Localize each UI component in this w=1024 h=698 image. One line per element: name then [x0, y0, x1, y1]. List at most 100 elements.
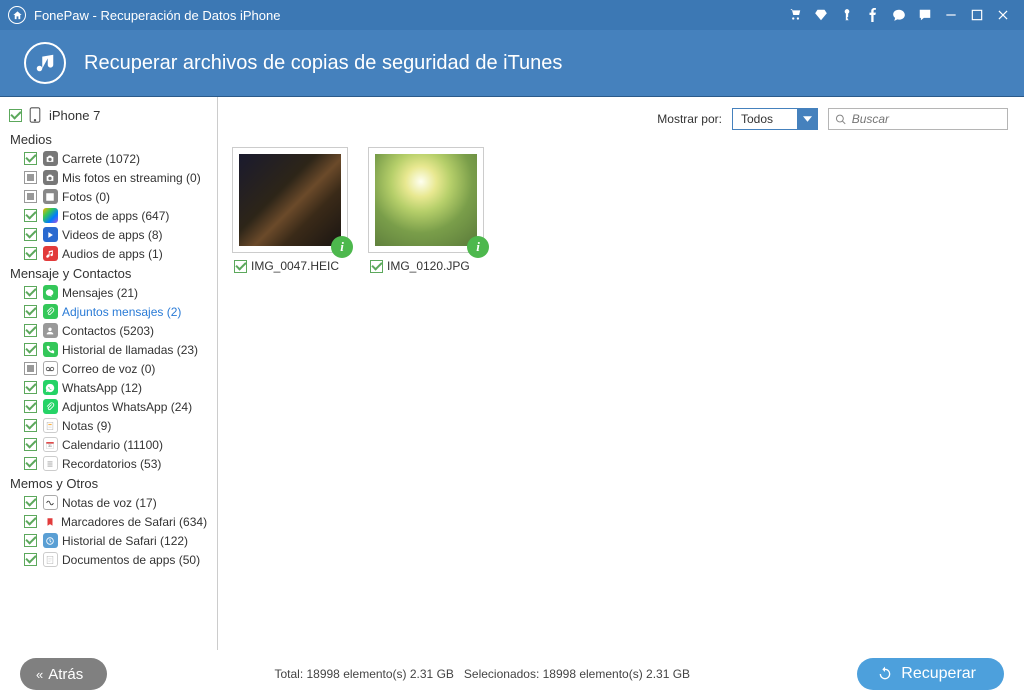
chevron-left-icon: «: [36, 667, 40, 682]
item-checkbox[interactable]: [24, 553, 37, 566]
thumbnail[interactable]: iIMG_0120.JPG: [368, 147, 484, 273]
item-checkbox[interactable]: [24, 171, 37, 184]
tree-item[interactable]: Audios de apps (1): [6, 244, 211, 263]
tree-item[interactable]: Adjuntos mensajes (2): [6, 302, 211, 321]
thumb-image: [375, 154, 477, 246]
filter-select[interactable]: Todos: [732, 108, 818, 130]
item-checkbox[interactable]: [24, 286, 37, 299]
page-title: Recuperar archivos de copias de segurida…: [84, 52, 562, 75]
close-icon[interactable]: [993, 5, 1013, 25]
tree-item[interactable]: Videos de apps (8): [6, 225, 211, 244]
search-box[interactable]: [828, 108, 1008, 130]
item-checkbox[interactable]: [24, 515, 37, 528]
tree-item[interactable]: Carrete (1072): [6, 149, 211, 168]
photo-icon: [42, 189, 58, 205]
item-checkbox[interactable]: [24, 381, 37, 394]
item-checkbox[interactable]: [24, 152, 37, 165]
thumb-frame: i: [232, 147, 348, 253]
section-title: Memos y Otros: [6, 473, 211, 493]
notes-icon: [42, 418, 58, 434]
tree-item[interactable]: 31 Calendario (11100): [6, 435, 211, 454]
tree-item[interactable]: WhatsApp (12): [6, 378, 211, 397]
device-name: iPhone 7: [49, 108, 100, 123]
item-checkbox[interactable]: [24, 247, 37, 260]
section-title: Mensaje y Contactos: [6, 263, 211, 283]
item-label: Videos de apps (8): [62, 228, 163, 242]
refresh-icon: [877, 666, 893, 682]
item-checkbox[interactable]: [24, 400, 37, 413]
wa-attach-icon: [42, 399, 58, 415]
item-checkbox[interactable]: [24, 419, 37, 432]
item-checkbox[interactable]: [24, 228, 37, 241]
item-checkbox[interactable]: [24, 343, 37, 356]
item-label: Adjuntos WhatsApp (24): [62, 400, 192, 414]
item-label: Mis fotos en streaming (0): [62, 171, 201, 185]
item-checkbox[interactable]: [24, 457, 37, 470]
tree-item[interactable]: Fotos de apps (647): [6, 206, 211, 225]
item-checkbox[interactable]: [24, 496, 37, 509]
section-title: Medios: [6, 129, 211, 149]
tree-item[interactable]: Correo de voz (0): [6, 359, 211, 378]
item-label: Correo de voz (0): [62, 362, 155, 376]
device-row[interactable]: iPhone 7: [6, 105, 211, 125]
recover-button[interactable]: Recuperar: [857, 658, 1004, 690]
audio-icon: [42, 246, 58, 262]
video-icon: [42, 227, 58, 243]
back-button[interactable]: « Atrás: [20, 658, 107, 690]
facebook-icon[interactable]: [863, 5, 883, 25]
thumbnail[interactable]: iIMG_0047.HEIC: [232, 147, 348, 273]
chat-icon[interactable]: [889, 5, 909, 25]
tree-item[interactable]: Mis fotos en streaming (0): [6, 168, 211, 187]
minimize-icon[interactable]: [941, 5, 961, 25]
docs-icon: [42, 552, 58, 568]
item-label: Calendario (11100): [62, 438, 163, 452]
tree-item[interactable]: Marcadores de Safari (634): [6, 512, 211, 531]
item-checkbox[interactable]: [24, 534, 37, 547]
item-checkbox[interactable]: [24, 209, 37, 222]
tree-item[interactable]: Historial de Safari (122): [6, 531, 211, 550]
tree-item[interactable]: Notas de voz (17): [6, 493, 211, 512]
tree-item[interactable]: Mensajes (21): [6, 283, 211, 302]
cart-icon[interactable]: [785, 5, 805, 25]
status-text: Total: 18998 elemento(s) 2.31 GB Selecio…: [123, 667, 841, 681]
tree-item[interactable]: Documentos de apps (50): [6, 550, 211, 569]
info-badge-icon[interactable]: i: [467, 236, 489, 258]
item-checkbox[interactable]: [24, 305, 37, 318]
reminders-icon: [42, 456, 58, 472]
tree-item[interactable]: Contactos (5203): [6, 321, 211, 340]
item-label: Audios de apps (1): [62, 247, 163, 261]
app-title: FonePaw - Recuperación de Datos iPhone: [34, 8, 280, 23]
item-label: Carrete (1072): [62, 152, 140, 166]
device-checkbox[interactable]: [9, 109, 22, 122]
feedback-icon[interactable]: [915, 5, 935, 25]
tree-item[interactable]: Historial de llamadas (23): [6, 340, 211, 359]
phone-icon: [29, 107, 43, 123]
search-input[interactable]: [852, 112, 1001, 126]
attach-msg-icon: [42, 304, 58, 320]
tree-item[interactable]: Fotos (0): [6, 187, 211, 206]
maximize-icon[interactable]: [967, 5, 987, 25]
thumb-checkbox[interactable]: [370, 260, 383, 273]
item-checkbox[interactable]: [24, 362, 37, 375]
thumb-frame: i: [368, 147, 484, 253]
item-checkbox[interactable]: [24, 324, 37, 337]
voicemail-icon: [42, 361, 58, 377]
calendar-icon: 31: [42, 437, 58, 453]
tree-item[interactable]: Notas (9): [6, 416, 211, 435]
home-icon[interactable]: [8, 6, 26, 24]
tree-item[interactable]: Adjuntos WhatsApp (24): [6, 397, 211, 416]
bookmark-icon: [42, 514, 57, 530]
tree-item[interactable]: Recordatorios (53): [6, 454, 211, 473]
phone-icon: [42, 342, 58, 358]
item-label: Notas de voz (17): [62, 496, 157, 510]
thumb-checkbox[interactable]: [234, 260, 247, 273]
info-badge-icon[interactable]: i: [331, 236, 353, 258]
item-checkbox[interactable]: [24, 190, 37, 203]
item-label: Notas (9): [62, 419, 111, 433]
item-checkbox[interactable]: [24, 438, 37, 451]
diamond-icon[interactable]: [811, 5, 831, 25]
svg-text:31: 31: [48, 444, 52, 448]
whatsapp-icon: [42, 380, 58, 396]
item-label: Recordatorios (53): [62, 457, 161, 471]
key-icon[interactable]: [837, 5, 857, 25]
